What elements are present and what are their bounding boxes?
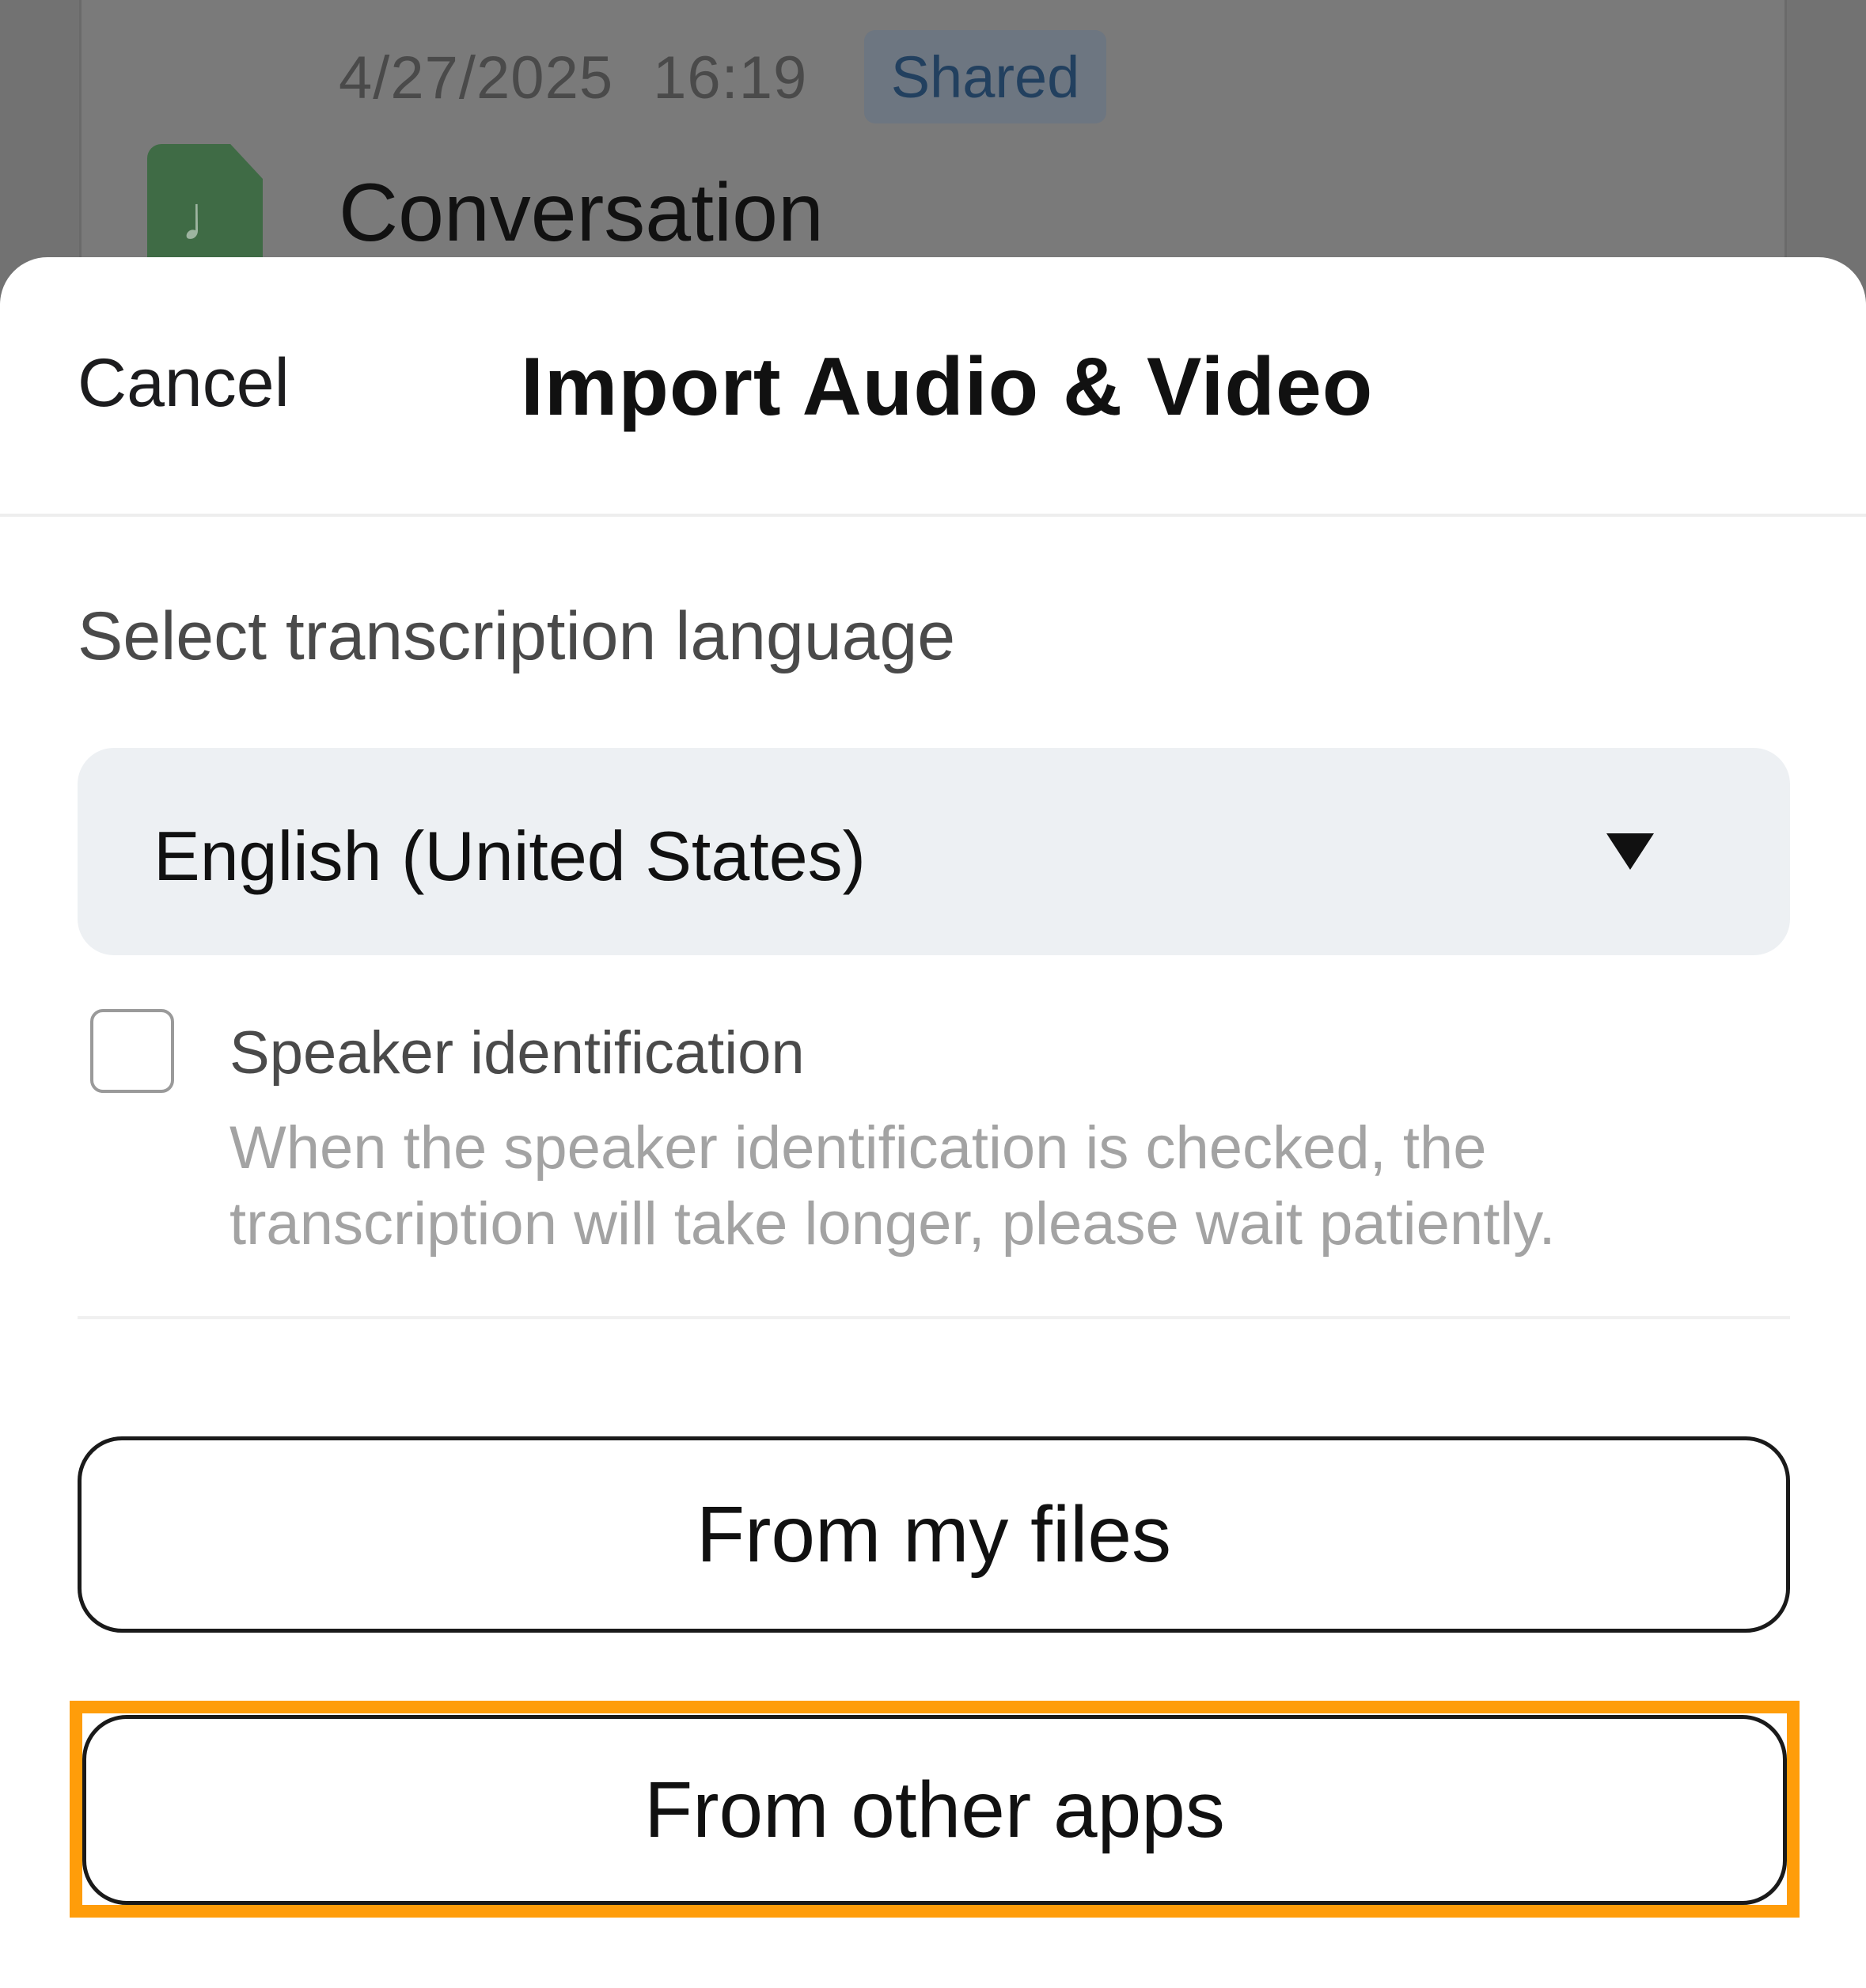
caret-down-icon — [1606, 833, 1654, 870]
speaker-identification-checkbox[interactable] — [90, 1009, 174, 1093]
recording-title: Conversation — [339, 167, 824, 259]
recording-time: 16:19 — [653, 44, 808, 112]
language-section-label: Select transcription language — [78, 598, 956, 674]
speaker-identification-label[interactable]: Speaker identification — [229, 1019, 805, 1087]
import-sheet: Cancel Import Audio & Video Select trans… — [0, 257, 1866, 1988]
language-select-value: English (United States) — [154, 817, 866, 895]
section-divider — [78, 1316, 1790, 1319]
highlight-box — [70, 1701, 1800, 1918]
language-select[interactable]: English (United States) — [78, 748, 1790, 955]
recording-date: 4/27/2025 — [339, 44, 614, 112]
sheet-title: Import Audio & Video — [521, 341, 1374, 433]
from-my-files-button[interactable]: From my files — [78, 1436, 1790, 1633]
recording-timestamp: 4/27/2025 16:19 — [339, 44, 807, 112]
sheet-header: Cancel Import Audio & Video — [0, 257, 1866, 517]
speaker-identification-hint: When the speaker identification is check… — [229, 1114, 1556, 1258]
music-note-icon: ♩ — [180, 183, 244, 253]
cancel-button[interactable]: Cancel — [78, 344, 290, 423]
shared-badge: Shared — [864, 30, 1106, 123]
